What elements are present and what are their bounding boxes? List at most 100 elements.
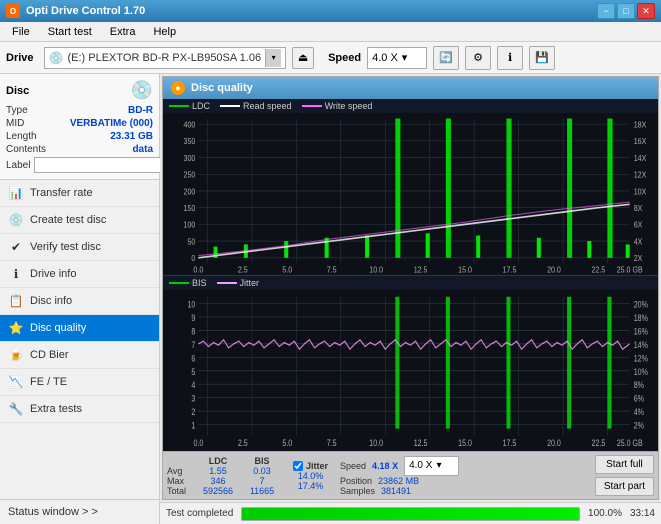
start-part-button[interactable]: Start part bbox=[595, 477, 654, 496]
disc-icon: 💿 bbox=[131, 80, 153, 101]
speed-select[interactable]: 4.0 X ▾ bbox=[367, 47, 427, 69]
sidebar-item-fe-te[interactable]: 📉 FE / TE bbox=[0, 369, 159, 396]
refresh-button[interactable]: 🔄 bbox=[433, 46, 459, 70]
svg-text:150: 150 bbox=[184, 204, 196, 213]
info-button[interactable]: ℹ bbox=[497, 46, 523, 70]
svg-text:4X: 4X bbox=[634, 237, 643, 246]
menu-start-test[interactable]: Start test bbox=[40, 24, 100, 40]
svg-text:10%: 10% bbox=[634, 365, 649, 376]
window-title: Opti Drive Control 1.70 bbox=[26, 5, 145, 17]
svg-text:10X: 10X bbox=[634, 187, 647, 196]
sidebar-item-extra-tests[interactable]: 🔧 Extra tests bbox=[0, 396, 159, 423]
minimize-button[interactable]: − bbox=[597, 3, 615, 19]
max-ldc: 346 bbox=[197, 476, 239, 486]
svg-text:18%: 18% bbox=[634, 311, 649, 322]
sidebar-item-drive-info[interactable]: ℹ Drive info bbox=[0, 261, 159, 288]
svg-text:2.5: 2.5 bbox=[238, 437, 248, 448]
sidebar-item-transfer-rate[interactable]: 📊 Transfer rate bbox=[0, 180, 159, 207]
svg-text:400: 400 bbox=[184, 120, 196, 129]
sidebar-item-create-test-disc[interactable]: 💿 Create test disc bbox=[0, 207, 159, 234]
disc-info-icon: 📋 bbox=[8, 293, 24, 309]
write-speed-legend: Write speed bbox=[302, 101, 373, 111]
disc-contents-value: data bbox=[132, 144, 153, 155]
disc-label-input[interactable] bbox=[34, 157, 172, 173]
svg-text:8%: 8% bbox=[634, 379, 645, 390]
svg-text:100: 100 bbox=[184, 220, 196, 229]
speed-dropdown-value: 4.0 X bbox=[409, 460, 432, 471]
action-buttons: Start full Start part bbox=[595, 455, 654, 496]
drive-label: Drive bbox=[6, 52, 34, 64]
verify-test-disc-icon: ✔ bbox=[8, 239, 24, 255]
disc-type-label: Type bbox=[6, 105, 28, 116]
svg-text:16%: 16% bbox=[634, 325, 649, 336]
disc-label-row: Label ✏ bbox=[6, 157, 153, 173]
chart2-legend: BIS Jitter bbox=[163, 276, 658, 290]
menu-file[interactable]: File bbox=[4, 24, 38, 40]
speed-current-value: 4.18 X bbox=[372, 461, 398, 471]
jitter-checkbox[interactable] bbox=[293, 461, 303, 471]
progress-bar-area: Test completed 100.0% 33:14 bbox=[160, 502, 661, 524]
speed-label: Speed bbox=[328, 52, 361, 64]
disc-label-text: Label bbox=[6, 160, 30, 171]
svg-text:2%: 2% bbox=[634, 419, 645, 430]
status-window-button[interactable]: Status window > > bbox=[0, 499, 159, 524]
disc-contents-label: Contents bbox=[6, 144, 46, 155]
menu-help[interactable]: Help bbox=[145, 24, 184, 40]
disc-mid-label: MID bbox=[6, 118, 24, 129]
svg-text:14%: 14% bbox=[634, 338, 649, 349]
svg-text:8: 8 bbox=[191, 325, 195, 336]
close-button[interactable]: ✕ bbox=[637, 3, 655, 19]
disc-type-row: Type BD-R bbox=[6, 105, 153, 116]
svg-text:12X: 12X bbox=[634, 170, 647, 179]
svg-text:17.5: 17.5 bbox=[503, 265, 517, 274]
stats-header-row: LDC BIS bbox=[167, 456, 283, 466]
avg-label: Avg bbox=[167, 466, 195, 476]
bis-legend-color bbox=[169, 282, 189, 284]
content-area: ● Disc quality LDC Read speed bbox=[160, 74, 661, 524]
sidebar-item-disc-quality[interactable]: ⭐ Disc quality bbox=[0, 315, 159, 342]
progress-time: 33:14 bbox=[630, 508, 655, 519]
stats-bar: LDC BIS Avg 1.55 0.03 Max 346 7 bbox=[163, 451, 658, 499]
drive-select[interactable]: 💿 (E:) PLEXTOR BD-R PX-LB950SA 1.06 ▾ bbox=[44, 47, 287, 69]
svg-text:22.5: 22.5 bbox=[592, 265, 606, 274]
sidebar-item-cd-bier[interactable]: 🍺 CD Bier bbox=[0, 342, 159, 369]
total-bis: 11665 bbox=[241, 486, 283, 496]
speed-dropdown[interactable]: 4.0 X ▾ bbox=[404, 456, 459, 476]
menu-extra[interactable]: Extra bbox=[102, 24, 144, 40]
samples-row: Samples 381491 bbox=[340, 486, 459, 496]
sidebar-item-label: Disc info bbox=[30, 295, 72, 307]
menu-bar: File Start test Extra Help bbox=[0, 22, 661, 42]
start-full-button[interactable]: Start full bbox=[595, 455, 654, 474]
eject-button[interactable]: ⏏ bbox=[292, 47, 314, 69]
speed-static-label: Speed bbox=[340, 461, 366, 471]
max-label: Max bbox=[167, 476, 195, 486]
svg-text:7: 7 bbox=[191, 338, 195, 349]
progress-bar-fill bbox=[242, 508, 579, 520]
svg-text:250: 250 bbox=[184, 170, 196, 179]
disc-quality-header-icon: ● bbox=[171, 81, 185, 95]
save-button[interactable]: 💾 bbox=[529, 46, 555, 70]
svg-text:18X: 18X bbox=[634, 120, 647, 129]
sidebar-item-disc-info[interactable]: 📋 Disc info bbox=[0, 288, 159, 315]
samples-label: Samples bbox=[340, 486, 375, 496]
sidebar-item-verify-test-disc[interactable]: ✔ Verify test disc bbox=[0, 234, 159, 261]
jitter-avg: 14.0% bbox=[293, 471, 328, 481]
drive-select-value: (E:) PLEXTOR BD-R PX-LB950SA 1.06 bbox=[67, 52, 261, 64]
sidebar-item-label: CD Bier bbox=[30, 349, 69, 361]
svg-text:4: 4 bbox=[191, 379, 195, 390]
svg-text:17.5: 17.5 bbox=[503, 437, 517, 448]
progress-bar bbox=[241, 507, 580, 521]
status-window-label: Status window > > bbox=[8, 506, 98, 518]
total-label: Total bbox=[167, 486, 195, 496]
svg-text:20%: 20% bbox=[634, 298, 649, 309]
title-bar-buttons: − □ ✕ bbox=[597, 3, 655, 19]
svg-text:0.0: 0.0 bbox=[193, 437, 203, 448]
settings-button[interactable]: ⚙ bbox=[465, 46, 491, 70]
drive-dropdown-arrow[interactable]: ▾ bbox=[265, 49, 281, 67]
title-bar: O Opti Drive Control 1.70 − □ ✕ bbox=[0, 0, 661, 22]
maximize-button[interactable]: □ bbox=[617, 3, 635, 19]
speed-position-section: Speed 4.18 X 4.0 X ▾ Position 23862 MB S… bbox=[340, 456, 459, 496]
toolbar: Drive 💿 (E:) PLEXTOR BD-R PX-LB950SA 1.0… bbox=[0, 42, 661, 74]
svg-text:350: 350 bbox=[184, 137, 196, 146]
svg-text:5: 5 bbox=[191, 365, 195, 376]
